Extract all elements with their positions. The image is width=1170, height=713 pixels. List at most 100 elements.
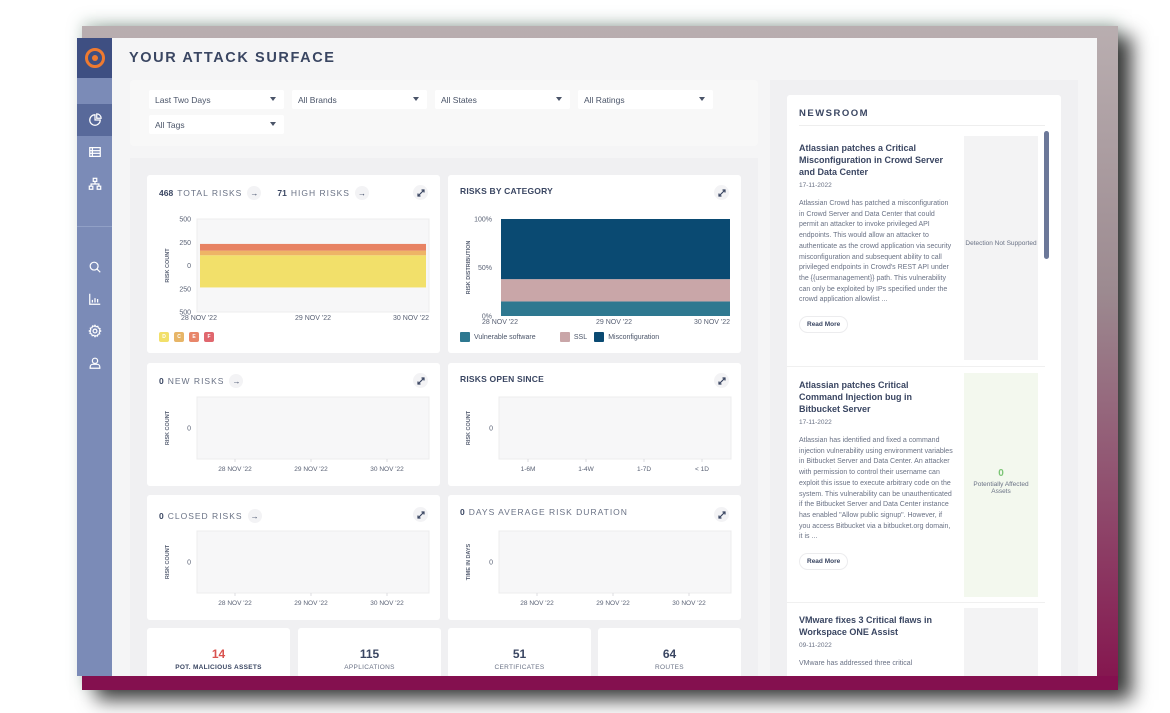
expand-icon: [717, 510, 726, 519]
y-axis-label: RISK COUNT: [165, 248, 171, 283]
logo-icon[interactable]: [77, 38, 112, 78]
stat-label: APPLICATIONS: [344, 664, 395, 671]
stat-value: 115: [359, 647, 380, 661]
period-select[interactable]: Last Two Days: [149, 90, 284, 109]
expand-button[interactable]: [413, 373, 428, 388]
expand-button[interactable]: [413, 507, 428, 522]
y-tick-label: 0: [187, 426, 191, 433]
period-select-value: Last Two Days: [155, 95, 211, 105]
legend-swatch: [460, 332, 470, 342]
article-body: Atlassian Crowd has patched a misconfigu…: [799, 200, 952, 304]
decorative-frame-bottom: [82, 676, 1118, 690]
new-risks-label: NEW RISKS: [167, 376, 225, 386]
new-risks-arrow-button[interactable]: →: [229, 374, 244, 388]
expand-icon: [717, 188, 726, 197]
brands-select[interactable]: All Brands: [292, 90, 427, 109]
x-tick-label: 28 NOV '22: [218, 600, 252, 607]
expand-button[interactable]: [413, 185, 428, 200]
risks-by-category-chart: RISK DISTRIBUTION100%50%0%28 NOV '22 29 N…: [466, 217, 730, 327]
new-risks-header: 0 NEW RISKS →: [159, 374, 244, 388]
legend-rating-d[interactable]: D: [159, 332, 169, 342]
newsroom-card: NEWSROOM Atlassian patches a Critical Mi…: [787, 95, 1061, 676]
tags-select[interactable]: All Tags: [149, 115, 284, 134]
closed-risks-arrow-button[interactable]: →: [247, 509, 262, 523]
total-risks-card: 468 TOTAL RISKS → 71 HIGH RISKS → RISK C…: [147, 175, 440, 353]
legend-item-misconfiguration[interactable]: Misconfiguration: [594, 332, 659, 342]
sitemap-icon: [88, 177, 101, 190]
page-title: YOUR ATTACK SURFACE: [129, 50, 336, 66]
new-risks-chart: RISK COUNT 0 28 NOV '22 29 NOV '22 30 NOV '2…: [165, 396, 430, 473]
x-tick-label: 30 NOV '22: [672, 600, 706, 607]
x-tick-label: 29 NOV '22: [596, 600, 630, 607]
stat-applications[interactable]: 115 APPLICATIONS: [298, 628, 441, 676]
sidebar-item-search[interactable]: [77, 251, 112, 283]
expand-button[interactable]: [714, 373, 729, 388]
total-risks-header: 468 TOTAL RISKS → 71 HIGH RISKS →: [159, 186, 369, 200]
states-select[interactable]: All States: [435, 90, 570, 109]
high-risks-arrow-button[interactable]: →: [354, 186, 369, 200]
legend-rating-f[interactable]: F: [204, 332, 214, 342]
x-tick-label: 28 NOV '22: [520, 600, 554, 607]
stat-certificates[interactable]: 51 CERTIFICATES: [448, 628, 591, 676]
avg-duration-label: DAYS AVERAGE RISK DURATION: [468, 507, 628, 517]
newsroom-scrollbar[interactable]: [1044, 131, 1049, 259]
avg-duration-chart: TIME IN DAYS 0 28 NOV '22 29 NOV '22 30 NOV …: [466, 530, 732, 607]
arrow-right-icon: →: [250, 511, 259, 521]
area-series-c: [200, 250, 426, 256]
states-select-value: All States: [441, 95, 477, 105]
sidebar-item-dashboard[interactable]: [77, 104, 112, 136]
x-tick-label: 30 NOV '22: [370, 600, 404, 607]
x-tick-label: 1-4W: [578, 466, 594, 473]
y-tick-label: 250: [179, 240, 191, 247]
rating-legend: DCEF: [159, 332, 239, 342]
legend-swatch: [559, 332, 570, 342]
news-article: Atlassian patches a Critical Misconfigur…: [799, 142, 954, 334]
sidebar-item-network[interactable]: [77, 168, 112, 200]
x-tick-label: 1-7D: [637, 466, 651, 473]
expand-button[interactable]: [714, 185, 729, 200]
stat-malicious-assets[interactable]: 14 POT. MALICIOUS ASSETS: [147, 628, 290, 676]
high-risks-count: 71: [277, 188, 287, 198]
legend-rating-e[interactable]: E: [189, 332, 199, 342]
article-title[interactable]: Atlassian patches a Critical Misconfigur…: [799, 142, 954, 178]
avg-duration-header: 0 DAYS AVERAGE RISK DURATION: [460, 507, 628, 517]
legend-rating-c[interactable]: C: [174, 332, 184, 342]
risks-open-since-title: RISKS OPEN SINCE: [460, 374, 544, 384]
chevron-down-icon: [699, 97, 705, 101]
stat-value: 14: [211, 647, 226, 661]
x-tick-label: 29 NOV '22: [294, 600, 328, 607]
sidebar-item-reports[interactable]: [77, 283, 112, 315]
x-tick-label: 30 NOV '22: [370, 466, 404, 473]
x-tick-label: 30 NOV '22: [694, 319, 730, 326]
total-risks-chart: RISK COUNT500250025050028 NOV '22 29 NOV …: [165, 217, 430, 322]
sidebar-item-inventory[interactable]: [77, 136, 112, 168]
article-date: 09-11-2022: [799, 642, 832, 649]
read-more-button[interactable]: Read More: [799, 316, 849, 334]
user-icon: [89, 357, 100, 369]
legend-item-vulnerable-software[interactable]: Vulnerable software: [460, 332, 536, 342]
expand-button[interactable]: [714, 507, 729, 522]
risks-open-since-chart: RISK COUNT 0 1-6M 1-4W 1-7D < 1D: [466, 396, 732, 473]
ratings-select[interactable]: All Ratings: [578, 90, 713, 109]
y-tick-label: 250: [179, 286, 191, 293]
sidebar-item-profile[interactable]: [77, 347, 112, 379]
stat-routes[interactable]: 64 ROUTES: [598, 628, 741, 676]
brands-select-value: All Brands: [298, 95, 337, 105]
article-title[interactable]: Atlassian patches Critical Command Injec…: [799, 379, 954, 415]
stat-label: ROUTES: [655, 664, 684, 671]
bar-chart-icon: [88, 293, 100, 305]
sidebar: [77, 38, 112, 676]
read-more-button[interactable]: Read More: [799, 553, 849, 571]
legend-item-ssl[interactable]: SSL: [559, 332, 587, 342]
newsroom-title: NEWSROOM: [799, 108, 870, 119]
legend-label: Vulnerable software: [474, 333, 536, 341]
detection-status-box: [964, 608, 1038, 676]
detection-status-box: Detection Not Supported: [964, 136, 1038, 360]
sidebar-item-settings[interactable]: [77, 315, 112, 347]
risks-by-category-card: RISKS BY CATEGORY RISK DISTRIBUTION 100% 5…: [448, 175, 741, 353]
expand-icon: [416, 510, 425, 519]
article-title[interactable]: VMware fixes 3 Critical flaws in Workspa…: [799, 614, 954, 638]
closed-risks-card: 0 CLOSED RISKS → RISK COUNT 0 28 NOV '22 29…: [147, 495, 440, 620]
total-risks-arrow-button[interactable]: →: [247, 186, 262, 200]
y-axis-label: RISK DISTRIBUTION: [466, 241, 472, 295]
